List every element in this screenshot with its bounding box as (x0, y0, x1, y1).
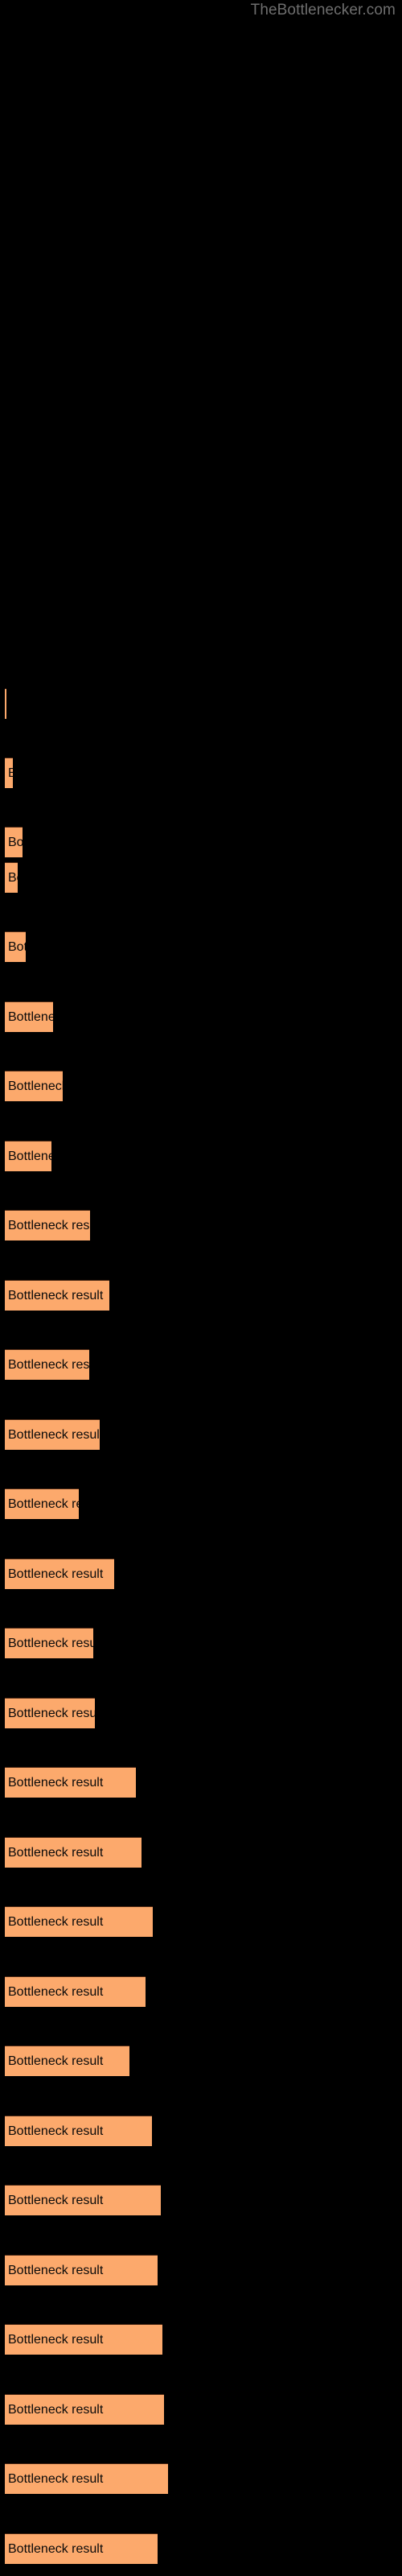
bar-rect[interactable]: Bottleneck result (5, 1628, 93, 1658)
bar-label: Bottleneck result (8, 2333, 104, 2347)
bar-rect[interactable]: Bottleneck result (5, 862, 18, 893)
bar-rect[interactable]: Bottleneck result (5, 2046, 129, 2076)
bar-row: Bottleneck result (5, 1210, 90, 1241)
bar-rect[interactable]: Bottleneck result (5, 2394, 164, 2425)
bar-rect[interactable]: Bottleneck result (5, 1837, 142, 1868)
bar-rect[interactable]: Bottleneck result (5, 1558, 114, 1589)
bar-label: Bottleneck result (8, 1010, 53, 1024)
bar-row: Bottleneck result (5, 1488, 79, 1519)
bar-row: Bottleneck result (5, 1001, 53, 1032)
bar-label: Bottleneck result (8, 1707, 95, 1720)
bar-row: Bottleneck result (5, 1906, 153, 1937)
bar-row: Bottleneck result (5, 2185, 161, 2215)
bar-rect[interactable]: Bottleneck result (5, 758, 13, 788)
bar-rect[interactable]: Bottleneck result (5, 1419, 100, 1450)
bar-row: Bottleneck result (5, 688, 6, 719)
bar-label: Bottleneck result (8, 1289, 104, 1302)
bar-rect[interactable]: Bottleneck result (5, 688, 6, 719)
bar-rect[interactable]: Bottleneck result (5, 1767, 136, 1798)
bar-rect[interactable]: Bottleneck result (5, 1210, 90, 1241)
bar-row: Bottleneck result (5, 1419, 100, 1450)
bar-row: Bottleneck result (5, 862, 18, 893)
bar-rect[interactable]: Bottleneck result (5, 1071, 63, 1101)
bar-rect[interactable]: Bottleneck result (5, 827, 23, 857)
bar-label: Bottleneck result (8, 1985, 104, 1999)
bar-label: Bottleneck result (8, 1358, 89, 1372)
bar-label: Bottleneck result (8, 1219, 90, 1232)
bar-label: Bottleneck result (8, 1150, 51, 1163)
bar-label: Bottleneck result (8, 2403, 104, 2417)
bar-label: Bottleneck result (8, 2054, 104, 2068)
bar-label: Bottleneck result (8, 1567, 104, 1581)
bar-label: Bottleneck result (8, 1080, 63, 1093)
bar-rect[interactable]: Bottleneck result (5, 2185, 161, 2215)
bar-row: Bottleneck result (5, 1628, 93, 1658)
bar-row: Bottleneck result (5, 2533, 158, 2564)
bar-row: Bottleneck result (5, 1558, 114, 1589)
bar-rect[interactable]: Bottleneck result (5, 931, 26, 962)
bar-rect[interactable]: Bottleneck result (5, 1001, 53, 1032)
bar-label: Bottleneck result (8, 1637, 93, 1650)
bar-rect[interactable]: Bottleneck result (5, 1906, 153, 1937)
bar-row: Bottleneck result (5, 758, 13, 788)
bar-label: Bottleneck result (8, 1915, 104, 1929)
bar-row: Bottleneck result (5, 2255, 158, 2285)
bar-rect[interactable]: Bottleneck result (5, 1698, 95, 1728)
bar-rect[interactable]: Bottleneck result (5, 2324, 162, 2355)
bar-label: Bottleneck result (8, 2124, 104, 2138)
bar-row: Bottleneck result (5, 1767, 136, 1798)
bar-row: Bottleneck result (5, 1141, 51, 1171)
bar-label: Bottleneck result (8, 871, 18, 885)
bar-row: Bottleneck result (5, 1837, 142, 1868)
plot-area: Bottleneck result Bottleneck result Bottle… (0, 0, 402, 2576)
bar-label: Bottleneck result (8, 940, 26, 954)
bar-row: Bottleneck result (5, 2046, 129, 2076)
bar-rect[interactable]: Bottleneck result (5, 1141, 51, 1171)
bar-rect[interactable]: Bottleneck result (5, 1349, 89, 1380)
bar-rect[interactable]: Bottleneck result (5, 2463, 168, 2494)
bar-label: Bottleneck result (8, 2194, 104, 2207)
bar-rect[interactable]: Bottleneck result (5, 2116, 152, 2146)
bar-row: Bottleneck result (5, 2394, 164, 2425)
bar-rect[interactable]: Bottleneck result (5, 1488, 79, 1519)
bar-row: Bottleneck result (5, 1698, 95, 1728)
bar-rect[interactable]: Bottleneck result (5, 2533, 158, 2564)
bar-label: Bottleneck result (8, 836, 23, 849)
bar-row: Bottleneck result (5, 827, 23, 857)
bar-label: Bottleneck result (8, 1846, 104, 1860)
bar-label: Bottleneck result (8, 2542, 104, 2556)
bar-rect[interactable]: Bottleneck result (5, 1280, 109, 1311)
bar-rect[interactable]: Bottleneck result (5, 2255, 158, 2285)
bar-label: Bottleneck result (8, 1776, 104, 1790)
bar-rect[interactable]: Bottleneck result (5, 1976, 146, 2007)
bar-label: Bottleneck result (8, 2472, 104, 2486)
bar-row: Bottleneck result (5, 2324, 162, 2355)
bar-row: Bottleneck result (5, 1280, 109, 1311)
bar-label: Bottleneck result (8, 758, 13, 788)
bar-row: Bottleneck result (5, 1349, 89, 1380)
bottleneck-bar-chart: TheBottlenecker.com Bottleneck resultBot… (0, 0, 402, 2576)
bar-row: Bottleneck result (5, 2116, 152, 2146)
bar-row: Bottleneck result (5, 1976, 146, 2007)
bar-row: Bottleneck result (5, 931, 26, 962)
bar-label: Bottleneck result (8, 1497, 79, 1511)
bar-label: Bottleneck result (8, 1428, 100, 1442)
bar-row: Bottleneck result (5, 2463, 168, 2494)
bar-label: Bottleneck result (8, 2264, 104, 2277)
bar-row: Bottleneck result (5, 1071, 63, 1101)
